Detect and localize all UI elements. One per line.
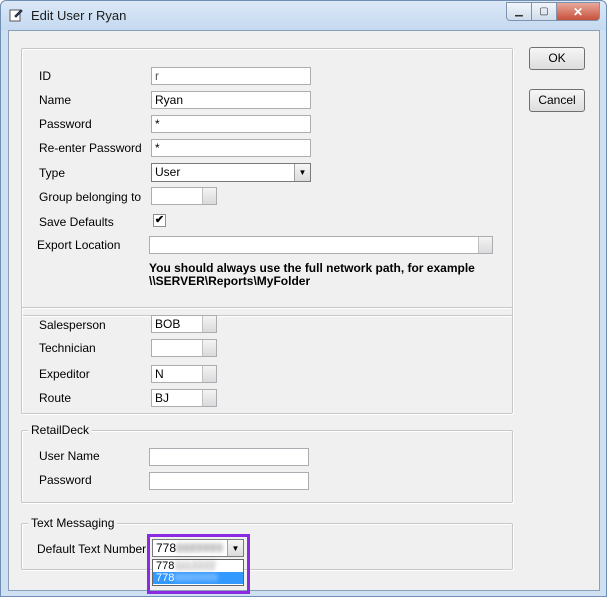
selected-number-masked: 8889999	[176, 541, 223, 555]
user-details-group: ID r Name Ryan Password * Re-enter Passw…	[21, 48, 513, 316]
expeditor-value: N	[155, 367, 164, 381]
salesperson-label: Salesperson	[39, 318, 106, 332]
expeditor-lookup-button[interactable]	[202, 366, 216, 382]
selected-number-prefix: 778	[156, 541, 177, 555]
maximize-icon: ▢	[539, 6, 549, 17]
expeditor-field[interactable]: N	[151, 365, 217, 383]
technician-lookup-button[interactable]	[202, 340, 216, 356]
reenter-password-label: Re-enter Password	[39, 141, 142, 155]
retaildeck-group: RetailDeck User Name Password	[21, 423, 513, 503]
assignments-group: Salesperson BOB Technician Expeditor N R…	[21, 307, 513, 414]
network-path-note-line2: \\SERVER\Reports\MyFolder	[149, 274, 311, 288]
retaildeck-username-label: User Name	[39, 449, 100, 463]
option-1-prefix: 778	[156, 560, 175, 572]
title-bar[interactable]: Edit User r Ryan ▁ ▢ ✕	[1, 1, 606, 30]
chevron-down-icon[interactable]: ▼	[227, 540, 243, 556]
route-value: BJ	[155, 391, 170, 405]
type-label: Type	[39, 166, 66, 180]
group-field[interactable]	[151, 187, 217, 205]
option-2-masked: 8889999	[174, 572, 218, 584]
retaildeck-password-field[interactable]	[149, 472, 309, 490]
export-location-field[interactable]	[149, 236, 493, 254]
route-lookup-button[interactable]	[202, 390, 216, 406]
retaildeck-password-label: Password	[39, 473, 92, 487]
default-text-number-label: Default Text Number	[37, 542, 147, 556]
type-select-value: User	[155, 165, 181, 179]
reenter-password-field[interactable]: *	[151, 139, 311, 157]
close-icon: ✕	[572, 4, 584, 19]
salesperson-value: BOB	[155, 317, 181, 331]
cancel-button[interactable]: Cancel	[529, 89, 585, 112]
group-label: Group belonging to	[39, 190, 142, 204]
route-label: Route	[39, 391, 72, 405]
type-select[interactable]: User ▼	[151, 163, 311, 182]
export-browse-button[interactable]	[478, 237, 492, 253]
ok-button[interactable]: OK	[529, 47, 585, 70]
close-button[interactable]: ✕	[557, 2, 600, 21]
name-field[interactable]: Ryan	[151, 91, 311, 109]
retaildeck-legend: RetailDeck	[28, 423, 93, 437]
text-number-options: 7781112222 7788889999	[152, 559, 244, 586]
expeditor-label: Expeditor	[39, 367, 90, 381]
save-defaults-label: Save Defaults	[39, 215, 114, 229]
save-defaults-checkbox[interactable]: ✔	[153, 214, 166, 227]
minimize-button[interactable]: ▁	[506, 2, 532, 21]
id-label: ID	[39, 69, 51, 83]
password-field[interactable]: *	[151, 115, 311, 133]
option-2-prefix: 778	[156, 572, 175, 584]
edit-user-icon	[9, 9, 23, 22]
window-title: Edit User r Ryan	[31, 8, 127, 23]
id-field[interactable]: r	[151, 67, 311, 85]
option-1-masked: 1112222	[174, 560, 216, 572]
route-field[interactable]: BJ	[151, 389, 217, 407]
minimize-icon: ▁	[515, 6, 523, 17]
maximize-button[interactable]: ▢	[532, 2, 557, 21]
password-label: Password	[39, 117, 92, 131]
retaildeck-username-field[interactable]	[149, 448, 309, 466]
edit-user-window: Edit User r Ryan ▁ ▢ ✕ ID r Name Ryan Pa…	[0, 0, 607, 597]
text-number-option-2[interactable]: 7788889999	[153, 572, 243, 584]
dialog-client-area: ID r Name Ryan Password * Re-enter Passw…	[8, 30, 600, 594]
default-text-number-select[interactable]: 7788889999 ▼	[152, 539, 244, 557]
group-lookup-button[interactable]	[202, 188, 216, 204]
text-messaging-legend: Text Messaging	[28, 516, 118, 530]
chevron-down-icon[interactable]: ▼	[294, 164, 310, 181]
technician-field[interactable]	[151, 339, 217, 357]
salesperson-field[interactable]: BOB	[151, 315, 217, 333]
salesperson-lookup-button[interactable]	[202, 316, 216, 332]
text-number-option-1[interactable]: 7781112222	[153, 560, 243, 572]
export-location-label: Export Location	[37, 238, 121, 252]
technician-label: Technician	[39, 341, 96, 355]
name-label: Name	[39, 93, 72, 107]
text-messaging-group: Text Messaging Default Text Number	[21, 516, 513, 570]
